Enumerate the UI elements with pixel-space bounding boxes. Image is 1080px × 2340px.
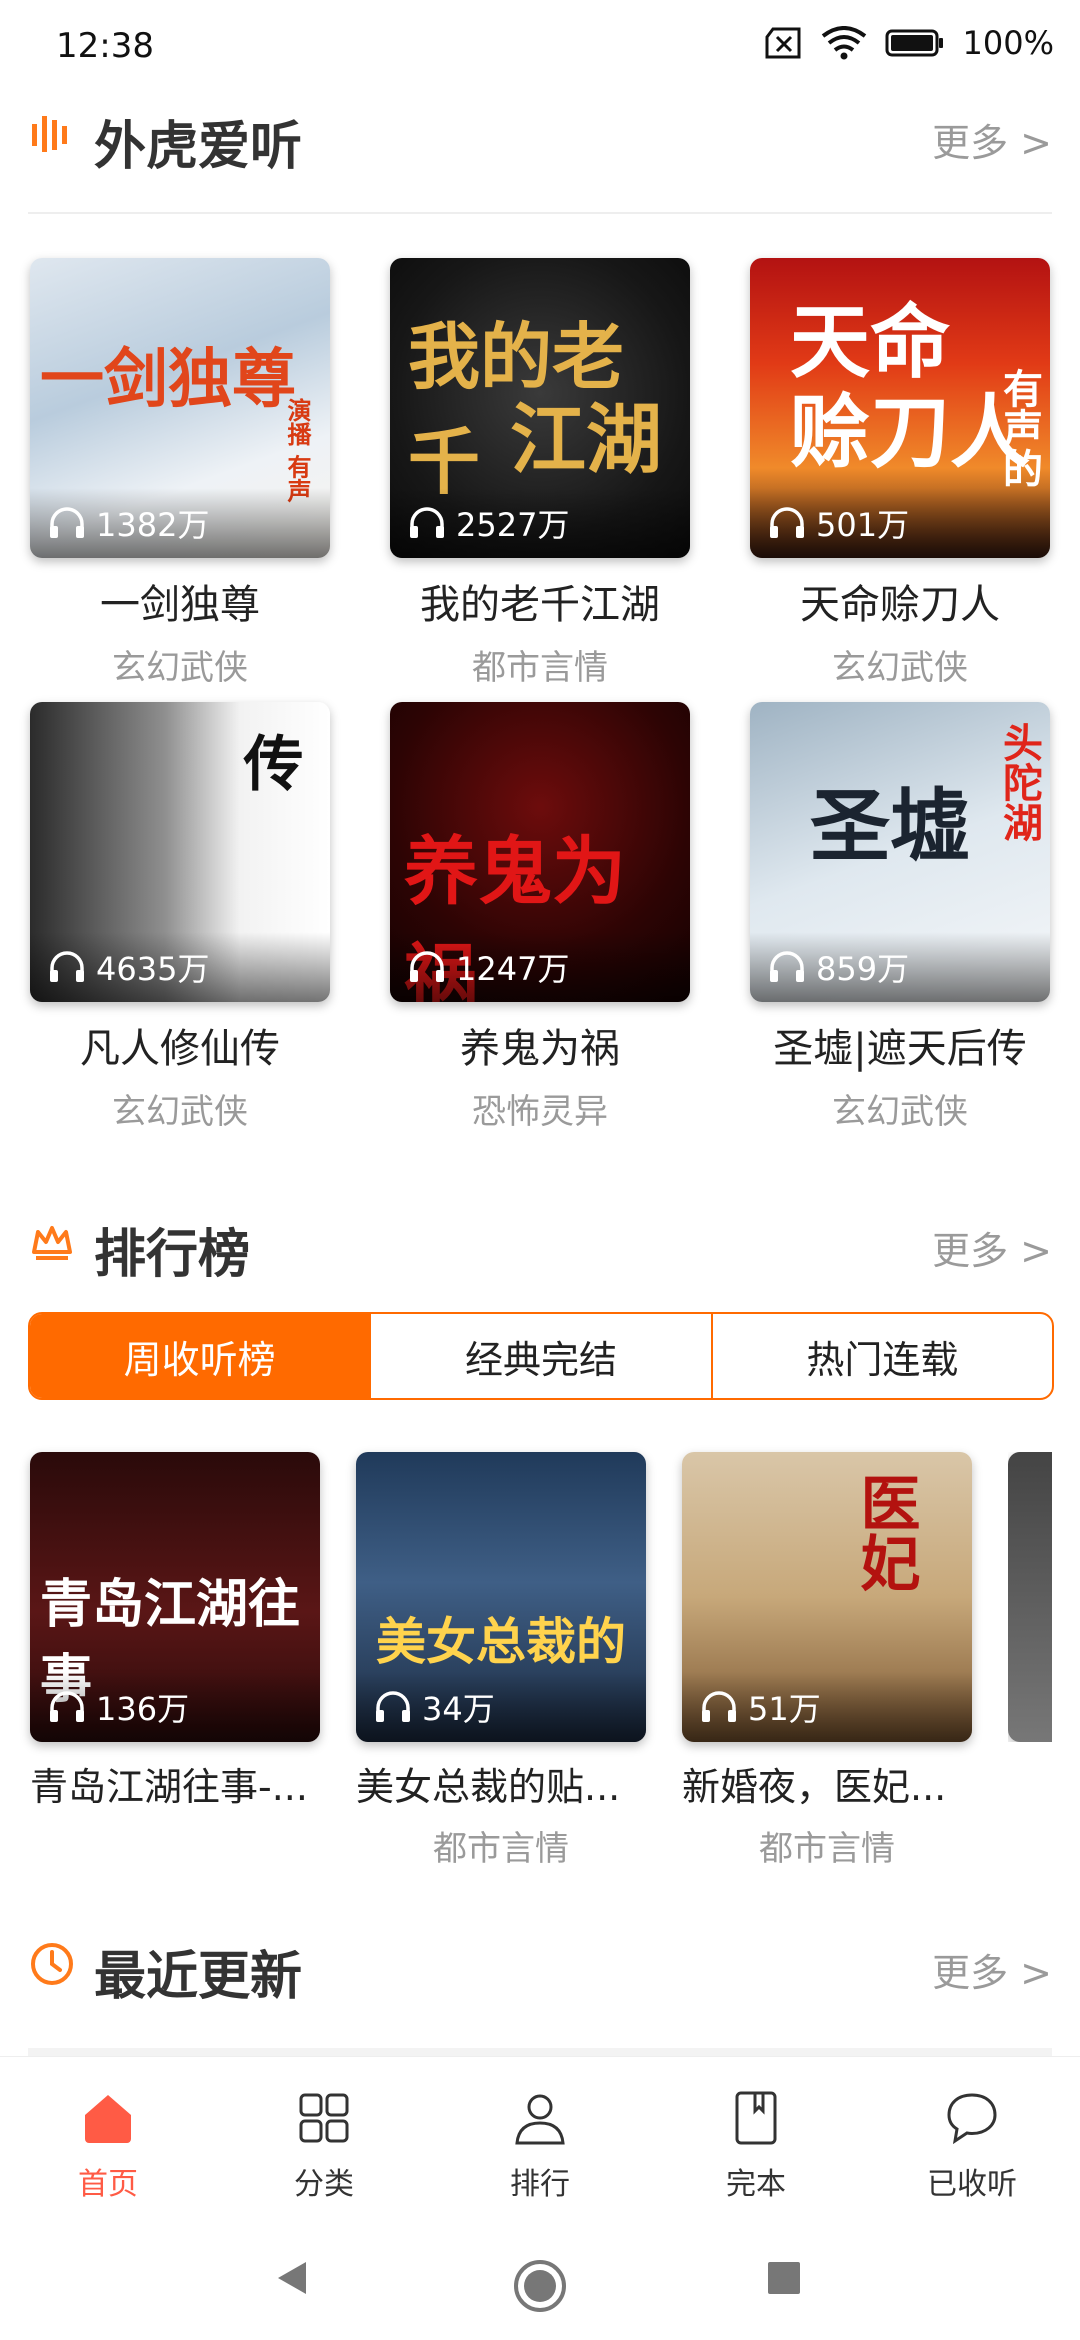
back-icon[interactable] bbox=[272, 2258, 312, 2298]
headphones-icon bbox=[50, 507, 84, 538]
book-cover[interactable]: 青岛江湖往事 136万 bbox=[30, 1452, 320, 1742]
listen-count: 859万 bbox=[816, 950, 910, 988]
listen-count: 136万 bbox=[96, 1690, 190, 1728]
listen-count: 1247万 bbox=[456, 950, 570, 988]
more-link[interactable]: 更多 > bbox=[932, 112, 1052, 167]
book-genre: 玄幻武侠 bbox=[832, 648, 968, 688]
tab-weekly[interactable]: 周收听榜 bbox=[30, 1314, 372, 1398]
headphones-icon bbox=[376, 1691, 410, 1722]
no-sim-icon bbox=[765, 27, 801, 59]
rank-card-partial[interactable] bbox=[1008, 1452, 1052, 1742]
book-title: 凡人修仙传 bbox=[80, 1026, 280, 1072]
headphones-icon bbox=[50, 1691, 84, 1722]
book-title: 天命赊刀人 bbox=[800, 582, 1000, 628]
book-title: 养鬼为祸 bbox=[460, 1026, 620, 1072]
book-genre: 玄幻武侠 bbox=[112, 648, 248, 688]
listen-count: 34万 bbox=[422, 1690, 495, 1728]
book-cover[interactable]: 医妃 51万 bbox=[682, 1452, 972, 1742]
nav-label: 首页 bbox=[78, 2167, 138, 2202]
tab-classic-finished[interactable]: 经典完结 bbox=[371, 1314, 713, 1398]
recent-section-header: 最近更新 更多 > bbox=[28, 1928, 1052, 2008]
listen-count: 501万 bbox=[816, 506, 910, 544]
headphones-icon bbox=[770, 507, 804, 538]
book-genre: 都市言情 bbox=[759, 1829, 895, 1869]
book-genre: 玄幻武侠 bbox=[112, 1092, 248, 1132]
section-title: 外虎爱听 bbox=[94, 117, 303, 177]
recent-apps-icon[interactable] bbox=[764, 2258, 804, 2298]
book-cover[interactable]: 美女总裁的 34万 bbox=[356, 1452, 646, 1742]
wifi-icon bbox=[821, 26, 866, 60]
ranking-section-header: 排行榜 更多 > bbox=[28, 1206, 1052, 1286]
book-genre: 都市言情 bbox=[433, 1829, 569, 1869]
listen-count: 51万 bbox=[748, 1690, 821, 1728]
book-title: 美女总裁的贴... bbox=[356, 1765, 621, 1809]
status-time: 12:38 bbox=[56, 26, 154, 66]
book-card[interactable]: 养鬼为祸 1247万 养鬼为祸 恐怖灵异 bbox=[390, 702, 690, 1133]
listen-section-header: 外虎爱听 更多 > bbox=[28, 98, 1052, 178]
book-card[interactable]: 圣墟 头陀湖 859万 圣墟|遮天后传 玄幻武侠 bbox=[750, 702, 1050, 1133]
more-link[interactable]: 更多 > bbox=[932, 1220, 1052, 1275]
audio-bars-icon bbox=[32, 116, 67, 152]
listen-count: 1382万 bbox=[96, 506, 210, 544]
crown-icon bbox=[32, 1226, 72, 1260]
book-title: 青岛江湖往事-... bbox=[30, 1765, 308, 1809]
book-genre: 玄幻武侠 bbox=[832, 1092, 968, 1132]
headphones-icon bbox=[410, 507, 444, 538]
status-bar: 12:38 100% bbox=[0, 0, 1080, 96]
rank-card[interactable]: 青岛江湖往事 136万 青岛江湖往事-... bbox=[30, 1452, 320, 1811]
nav-finished[interactable]: 完本 bbox=[686, 2087, 826, 2203]
book-card[interactable]: 凡人修仙传 4635万 凡人修仙传 玄幻武侠 bbox=[30, 702, 330, 1133]
battery-percent: 100% bbox=[962, 24, 1054, 62]
headphones-icon bbox=[50, 951, 84, 982]
nav-ranking[interactable]: 排行 bbox=[470, 2087, 610, 2203]
clock-icon bbox=[31, 1943, 73, 1985]
ranking-tabs: 周收听榜 经典完结 热门连载 bbox=[28, 1312, 1054, 1400]
nav-label: 完本 bbox=[726, 2167, 786, 2202]
book-cover[interactable]: 一剑独尊 演播 有声 1382万 bbox=[30, 258, 330, 558]
nav-label: 已收听 bbox=[927, 2167, 1017, 2202]
grid-icon bbox=[299, 2093, 349, 2143]
nav-label: 分类 bbox=[294, 2167, 354, 2202]
rank-card[interactable]: 医妃 51万 新婚夜，医妃... 都市言情 bbox=[682, 1452, 972, 1870]
section-title: 排行榜 bbox=[94, 1225, 251, 1285]
book-cover[interactable]: 凡人修仙传 4635万 bbox=[30, 702, 330, 1002]
section-title: 最近更新 bbox=[94, 1947, 303, 2007]
home-icon bbox=[85, 2095, 131, 2143]
book-cover[interactable]: 天命 赊刀人 有声的 501万 bbox=[750, 258, 1050, 558]
listen-count: 2527万 bbox=[456, 506, 570, 544]
rank-card[interactable]: 美女总裁的 34万 美女总裁的贴... 都市言情 bbox=[356, 1452, 646, 1870]
battery-icon bbox=[885, 29, 943, 57]
user-icon bbox=[515, 2094, 565, 2145]
status-icons: 100% bbox=[763, 24, 1054, 62]
book-card[interactable]: 我的老千 江湖 2527万 我的老千江湖 都市言情 bbox=[390, 258, 690, 689]
book-icon bbox=[735, 2091, 777, 2145]
book-cover[interactable] bbox=[1008, 1452, 1052, 1742]
nav-listened[interactable]: 已收听 bbox=[902, 2087, 1042, 2203]
book-title: 一剑独尊 bbox=[100, 582, 260, 628]
chat-bubble-icon bbox=[947, 2093, 997, 2145]
more-link[interactable]: 更多 > bbox=[932, 1942, 1052, 1997]
home-button-icon[interactable] bbox=[512, 2258, 568, 2314]
nav-category[interactable]: 分类 bbox=[254, 2087, 394, 2203]
listen-count: 4635万 bbox=[96, 950, 210, 988]
book-cover[interactable]: 养鬼为祸 1247万 bbox=[390, 702, 690, 1002]
book-cover[interactable]: 圣墟 头陀湖 859万 bbox=[750, 702, 1050, 1002]
book-title: 新婚夜，医妃... bbox=[682, 1765, 947, 1809]
tab-hot-serial[interactable]: 热门连载 bbox=[713, 1314, 1052, 1398]
book-card[interactable]: 一剑独尊 演播 有声 1382万 一剑独尊 玄幻武侠 bbox=[30, 258, 330, 689]
book-genre: 都市言情 bbox=[472, 648, 608, 688]
nav-home[interactable]: 首页 bbox=[38, 2087, 178, 2203]
divider bbox=[28, 212, 1052, 214]
book-card[interactable]: 天命 赊刀人 有声的 501万 天命赊刀人 玄幻武侠 bbox=[750, 258, 1050, 689]
headphones-icon bbox=[702, 1691, 736, 1722]
book-genre: 恐怖灵异 bbox=[472, 1092, 608, 1132]
book-title: 我的老千江湖 bbox=[420, 582, 660, 628]
book-cover[interactable]: 我的老千 江湖 2527万 bbox=[390, 258, 690, 558]
nav-label: 排行 bbox=[510, 2167, 570, 2202]
headphones-icon bbox=[410, 951, 444, 982]
headphones-icon bbox=[770, 951, 804, 982]
bottom-nav: 首页 分类 排行 完本 已收听 bbox=[0, 2056, 1080, 2207]
system-nav bbox=[0, 2206, 1080, 2340]
book-title: 圣墟|遮天后传 bbox=[773, 1026, 1027, 1072]
